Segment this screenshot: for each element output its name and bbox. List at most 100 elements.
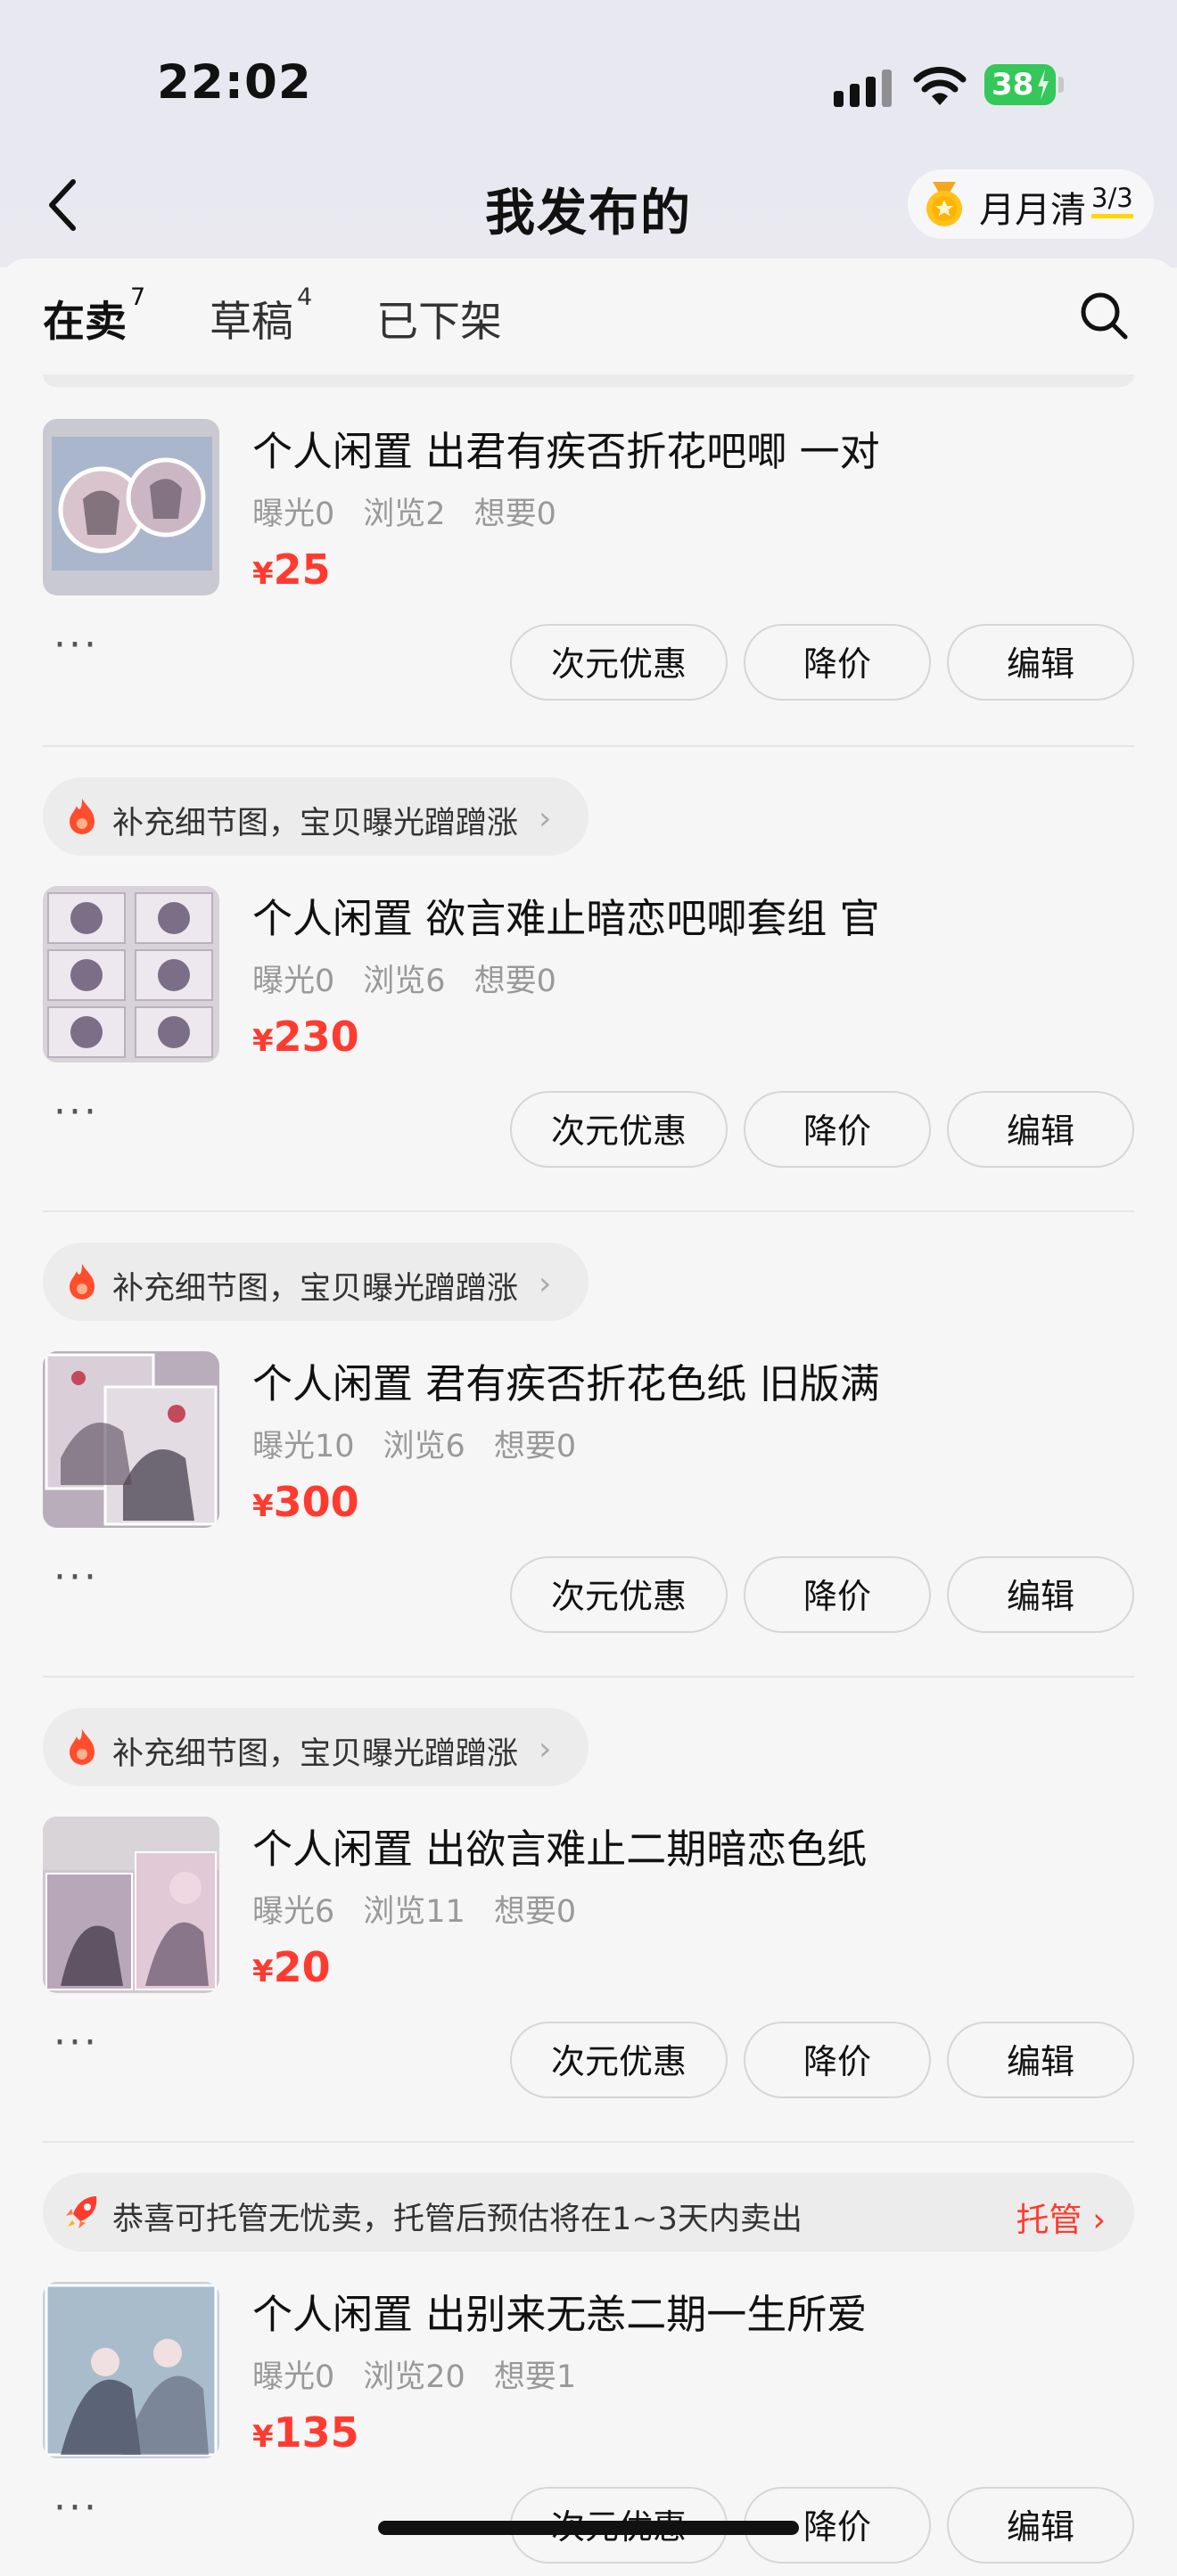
detail-photo-tip[interactable]: 补充细节图，宝贝曝光蹭蹭涨 › <box>43 1243 588 1321</box>
view-count: 浏览11 <box>363 1894 465 1930</box>
currency-symbol: ¥ <box>252 556 274 592</box>
detail-photo-tip[interactable]: 补充细节图，宝贝曝光蹭蹭涨 › <box>43 777 588 856</box>
view-count: 浏览20 <box>363 2359 465 2395</box>
fire-icon <box>70 1264 95 1300</box>
reduce-price-button[interactable]: 降价 <box>744 1556 931 1633</box>
chevron-right-icon: › <box>539 800 552 837</box>
tab-label: 在卖 <box>43 298 127 347</box>
listing-title: 个人闲置 出君有疾否折花吧唧 一对 <box>252 428 880 475</box>
listing-title: 个人闲置 出欲言难止二期暗恋色纸 <box>252 1825 868 1873</box>
want-count: 想要0 <box>473 496 556 532</box>
monthly-clearance-count: 3/3 <box>1091 184 1133 218</box>
more-options-button[interactable]: ··· <box>54 2020 99 2065</box>
tab-bar: 在卖7 草稿4 已下架 <box>0 258 1177 374</box>
charging-bolt-icon <box>1038 70 1049 100</box>
price-value: 135 <box>273 2408 359 2457</box>
promo-button[interactable]: 次元优惠 <box>510 2022 728 2098</box>
medal-icon <box>926 182 962 226</box>
previous-item-edge <box>43 374 1134 387</box>
view-count: 浏览2 <box>363 496 446 532</box>
hosting-action-label: 托管 <box>1016 2201 1082 2239</box>
exposure-count: 曝光10 <box>252 1429 355 1464</box>
tip-text: 补充细节图，宝贝曝光蹭蹭涨 <box>112 806 519 841</box>
currency-symbol: ¥ <box>252 1954 274 1989</box>
listing-thumbnail[interactable] <box>43 419 219 595</box>
tip-text: 补充细节图，宝贝曝光蹭蹭涨 <box>112 1736 519 1772</box>
reduce-price-button[interactable]: 降价 <box>744 624 931 701</box>
listing-thumbnail[interactable] <box>43 886 219 1062</box>
listing-title: 个人闲置 君有疾否折花色纸 旧版满 <box>252 1360 880 1407</box>
chevron-right-icon: › <box>539 1266 552 1302</box>
edit-button[interactable]: 编辑 <box>947 2487 1134 2564</box>
edit-button[interactable]: 编辑 <box>947 1091 1134 1168</box>
listing-stats: 曝光0 浏览6 想要0 <box>252 956 585 1001</box>
chevron-right-icon: › <box>539 1731 552 1768</box>
listing-thumbnail[interactable] <box>43 1351 219 1528</box>
listing-price: ¥300 <box>252 1478 359 1526</box>
listing-title: 个人闲置 欲言难止暗恋吧唧套组 官 <box>252 895 880 942</box>
price-value: 300 <box>273 1478 359 1526</box>
want-count: 想要1 <box>493 2359 577 2395</box>
tab-drafts[interactable]: 草稿4 <box>210 283 312 349</box>
promo-button[interactable]: 次元优惠 <box>510 1556 728 1633</box>
more-options-button[interactable]: ··· <box>54 622 99 668</box>
exposure-count: 曝光0 <box>252 496 335 532</box>
search-icon[interactable] <box>1077 289 1131 342</box>
home-indicator[interactable] <box>378 2521 799 2535</box>
listing-title: 个人闲置 出别来无恙二期一生所爱 <box>252 2291 868 2338</box>
listing-stats: 曝光0 浏览2 想要0 <box>252 488 585 534</box>
divider <box>43 1210 1134 1212</box>
tab-label: 草稿 <box>210 298 293 347</box>
view-count: 浏览6 <box>383 1429 465 1464</box>
currency-symbol: ¥ <box>252 1489 274 1524</box>
listing-price: ¥25 <box>252 546 331 594</box>
status-bar: 22:02 38 <box>0 0 1177 169</box>
listing-stats: 曝光10 浏览6 想要0 <box>252 1421 605 1466</box>
reduce-price-button[interactable]: 降价 <box>744 2022 931 2098</box>
edit-button[interactable]: 编辑 <box>947 624 1134 701</box>
fire-icon <box>70 1729 95 1765</box>
view-count: 浏览6 <box>363 964 446 999</box>
price-value: 230 <box>273 1013 359 1061</box>
want-count: 想要0 <box>493 1894 577 1930</box>
want-count: 想要0 <box>473 964 556 999</box>
tab-label: 已下架 <box>376 298 502 347</box>
promo-button[interactable]: 次元优惠 <box>510 624 728 701</box>
tip-text: 恭喜可托管无忧卖，托管后预估将在1~3天内卖出 <box>112 2202 802 2237</box>
more-options-button[interactable]: ··· <box>54 2485 99 2531</box>
divider <box>43 1676 1134 1678</box>
listing-price: ¥230 <box>252 1013 359 1061</box>
exposure-count: 曝光0 <box>252 964 335 999</box>
more-options-button[interactable]: ··· <box>54 1555 99 1600</box>
listing-thumbnail[interactable] <box>43 2282 219 2458</box>
more-options-button[interactable]: ··· <box>54 1089 99 1135</box>
edit-button[interactable]: 编辑 <box>947 1556 1134 1633</box>
tab-count: 7 <box>130 283 146 311</box>
tab-count: 4 <box>297 283 313 311</box>
tab-delisted[interactable]: 已下架 <box>376 287 502 349</box>
edit-button[interactable]: 编辑 <box>947 2022 1134 2098</box>
listing-stats: 曝光6 浏览11 想要0 <box>252 1886 605 1932</box>
wifi-icon <box>913 66 967 105</box>
detail-photo-tip[interactable]: 补充细节图，宝贝曝光蹭蹭涨 › <box>43 1708 588 1786</box>
promo-button[interactable]: 次元优惠 <box>510 1091 728 1168</box>
listing-stats: 曝光0 浏览20 想要1 <box>252 2351 605 2397</box>
nav-bar: 我发布的 月月清 3/3 <box>0 169 1177 267</box>
fire-icon <box>70 799 95 834</box>
currency-symbol: ¥ <box>252 2419 274 2455</box>
reduce-price-button[interactable]: 降价 <box>744 1091 931 1168</box>
monthly-clearance-badge[interactable]: 月月清 3/3 <box>908 169 1154 239</box>
price-value: 20 <box>273 1943 331 1991</box>
rocket-icon <box>66 2196 97 2228</box>
listing-thumbnail[interactable] <box>43 1817 219 1993</box>
hosting-tip[interactable]: 恭喜可托管无忧卖，托管后预估将在1~3天内卖出 托管 › <box>43 2173 1134 2252</box>
hosting-action-link[interactable]: 托管 › <box>1016 2193 1106 2241</box>
listing-price: ¥20 <box>252 1943 331 1991</box>
divider <box>43 2141 1134 2143</box>
want-count: 想要0 <box>493 1429 577 1464</box>
tab-on-sale[interactable]: 在卖7 <box>43 283 150 349</box>
price-value: 25 <box>273 546 331 594</box>
tip-text: 补充细节图，宝贝曝光蹭蹭涨 <box>112 1271 519 1307</box>
exposure-count: 曝光6 <box>252 1894 335 1930</box>
currency-symbol: ¥ <box>252 1023 274 1059</box>
